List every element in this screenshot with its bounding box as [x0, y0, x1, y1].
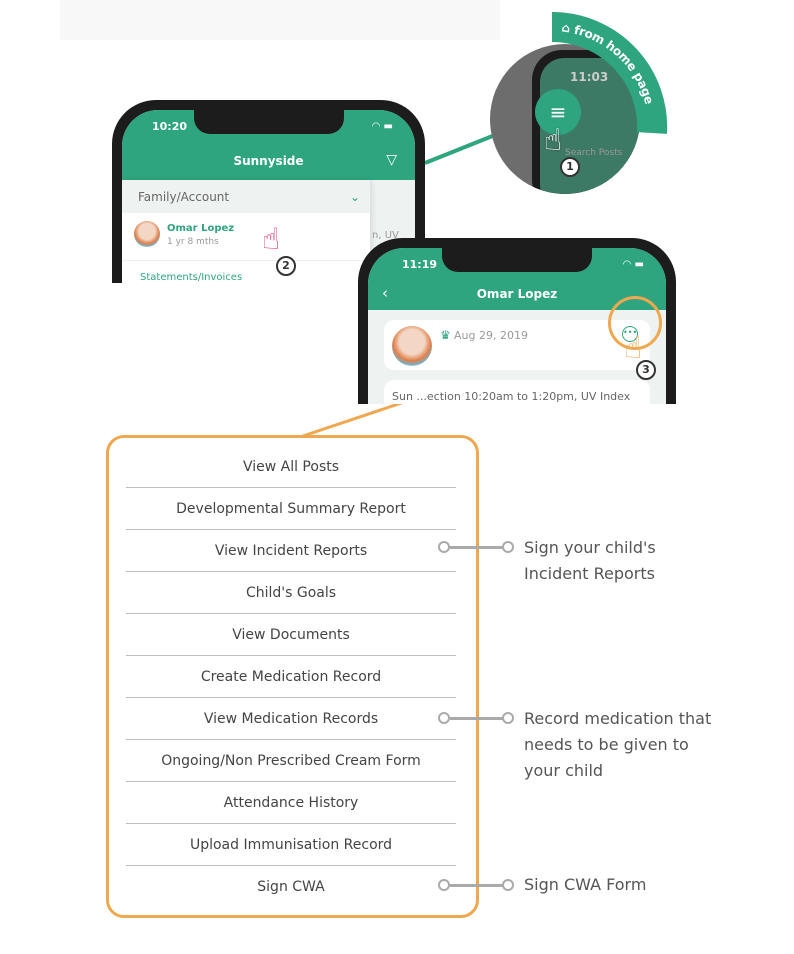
dropdown-label: Family/Account: [138, 189, 230, 204]
options-menu: View All Posts Developmental Summary Rep…: [106, 435, 479, 918]
child-age: 1 yr 8 mths: [167, 237, 219, 247]
menu-item-sign-cwa[interactable]: Sign CWA: [126, 866, 456, 908]
status-time: 10:20: [152, 120, 188, 133]
menu-item-upload-immunisation-record[interactable]: Upload Immunisation Record: [126, 824, 456, 866]
tap-hand-icon: ☝: [262, 222, 281, 257]
child-list-item[interactable]: Omar Lopez 1 yr 8 mths: [122, 213, 370, 261]
account-dropdown-panel: Family/Account ⌄ Omar Lopez 1 yr 8 mths …: [122, 180, 370, 283]
step-badge: 1: [560, 157, 580, 177]
filter-icon[interactable]: ▽: [386, 152, 397, 168]
avatar: [392, 326, 432, 366]
connector: [438, 541, 516, 553]
connector: [438, 879, 516, 891]
status-time: 11:19: [402, 258, 438, 271]
menu-item-create-medication-record[interactable]: Create Medication Record: [126, 656, 456, 698]
avatar: [134, 221, 160, 247]
menu-item-view-medication-records[interactable]: View Medication Records: [126, 698, 456, 740]
connector: [438, 712, 516, 724]
step-badge: 2: [276, 256, 296, 276]
screen-title: Sunnyside: [233, 154, 304, 168]
birthdate: Aug 29, 2019: [454, 329, 528, 342]
menu-item-view-incident-reports[interactable]: View Incident Reports: [126, 530, 456, 572]
green-callout-line: [424, 133, 496, 165]
search-placeholder: Search Posts: [565, 148, 623, 158]
birthday-cake-icon: ♛: [440, 328, 451, 342]
menu-item-attendance-history[interactable]: Attendance History: [126, 782, 456, 824]
wifi-battery-icon: ◠ ▬: [371, 121, 393, 132]
tap-hand-icon: ☝: [624, 331, 643, 366]
family-account-dropdown[interactable]: Family/Account ⌄: [122, 180, 370, 213]
annotation-incident-reports: Sign your child's Incident Reports: [524, 538, 656, 583]
menu-item-cream-form[interactable]: Ongoing/Non Prescribed Cream Form: [126, 740, 456, 782]
menu-item-view-documents[interactable]: View Documents: [126, 614, 456, 656]
menu-item-developmental-summary-report[interactable]: Developmental Summary Report: [126, 488, 456, 530]
notch: [193, 110, 344, 134]
menu-item-view-all-posts[interactable]: View All Posts: [126, 446, 456, 488]
wifi-battery-icon: ◠ ▬: [622, 259, 644, 270]
menu-item-childs-goals[interactable]: Child's Goals: [126, 572, 456, 614]
chevron-down-icon: ⌄: [349, 189, 360, 204]
post-preview: Sun ...ection 10:20am to 1:20pm, UV Inde…: [384, 380, 650, 404]
annotation-sign-cwa: Sign CWA Form: [524, 875, 647, 894]
annotation-medication: Record medication that needs to be given …: [524, 709, 712, 780]
step-badge: 3: [636, 360, 656, 380]
from-home-page-arc: ⌂ from home page: [551, 11, 668, 134]
statements-invoices-link[interactable]: Statements/Invoices: [140, 272, 242, 283]
child-name: Omar Lopez: [167, 223, 235, 234]
